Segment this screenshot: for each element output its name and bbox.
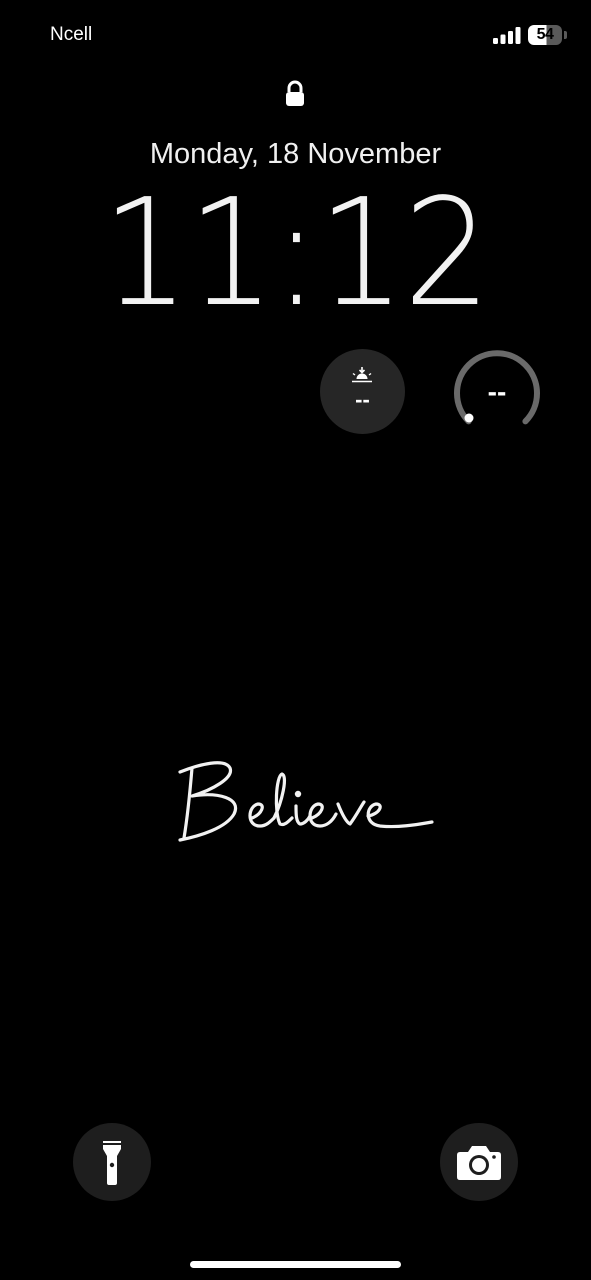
camera-button[interactable]	[440, 1123, 518, 1201]
wallpaper-handwriting	[178, 761, 434, 842]
battery-percent: 54	[536, 26, 554, 43]
sunset-widget-value: --	[355, 387, 370, 412]
flashlight-icon	[103, 1141, 121, 1185]
flashlight-button[interactable]	[73, 1123, 151, 1201]
cellular-signal-icon	[493, 27, 521, 44]
home-indicator[interactable]	[190, 1261, 401, 1268]
gauge-widget-value: --	[487, 376, 507, 407]
lock-screen-time: 11:12	[101, 167, 491, 339]
camera-icon	[457, 1146, 501, 1180]
lock-icon	[286, 80, 304, 106]
sunset-icon	[352, 367, 372, 383]
sunset-widget[interactable]: --	[320, 349, 405, 434]
battery-icon: 54	[528, 25, 568, 45]
gauge-widget[interactable]: --	[452, 348, 542, 438]
carrier-label: Ncell	[50, 24, 93, 45]
